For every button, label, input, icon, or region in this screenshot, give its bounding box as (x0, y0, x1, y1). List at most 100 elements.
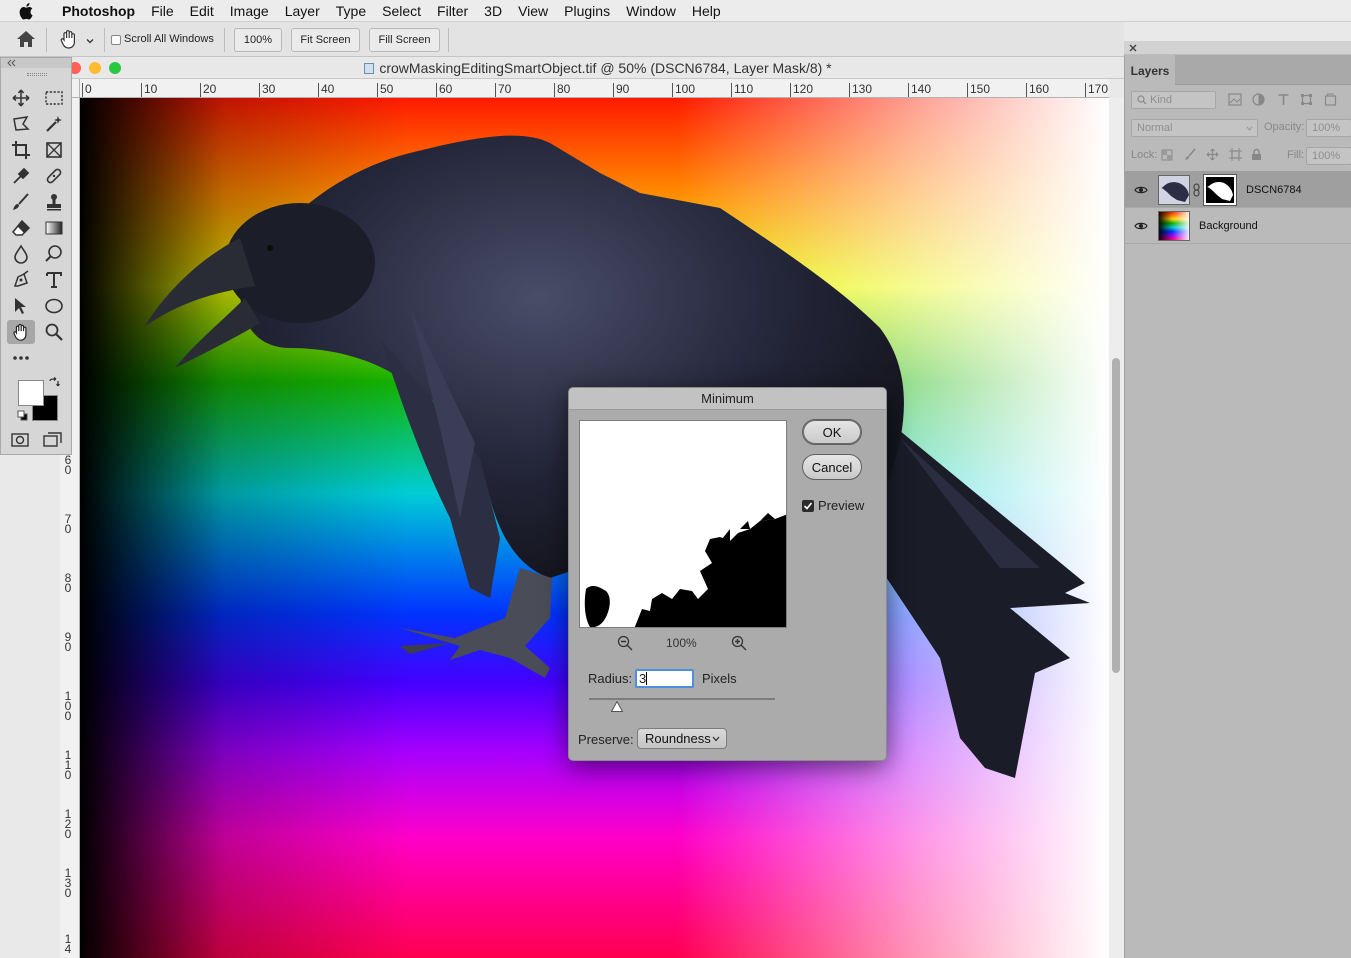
clone-stamp-tool[interactable] (40, 190, 68, 214)
layer-name[interactable]: Background (1199, 220, 1258, 232)
default-colors-icon[interactable] (17, 410, 28, 424)
visibility-eye-icon[interactable] (1134, 185, 1148, 195)
layer-name[interactable]: DSCN6784 (1246, 184, 1302, 196)
dialog-title[interactable]: Minimum (569, 388, 886, 410)
lasso-tool[interactable] (7, 112, 35, 136)
layer-row-background[interactable]: Background (1125, 208, 1351, 244)
blend-mode-dropdown[interactable]: Normal (1131, 119, 1258, 137)
shape-filter-icon[interactable] (1300, 93, 1313, 106)
blur-tool[interactable] (7, 242, 35, 266)
rectangular-marquee-tool[interactable] (40, 86, 68, 110)
document-title: crowMaskingEditingSmartObject.tif @ 50% … (72, 60, 1124, 76)
radius-slider-track[interactable] (589, 698, 775, 700)
layer-mask-thumbnail[interactable] (1203, 174, 1237, 206)
brush-tool[interactable] (7, 190, 35, 214)
pixel-filter-icon[interactable] (1228, 93, 1242, 106)
dodge-tool[interactable] (40, 242, 68, 266)
edit-toolbar-button[interactable] (7, 346, 35, 370)
screen-mode-icon[interactable] (43, 432, 63, 451)
close-icon[interactable] (1129, 44, 1137, 52)
swap-colors-icon[interactable] (48, 377, 60, 392)
move-tool[interactable] (7, 86, 35, 110)
menu-plugins[interactable]: Plugins (556, 3, 618, 19)
gradient-tool[interactable] (40, 216, 68, 240)
menu-edit[interactable]: Edit (182, 3, 222, 19)
foreground-color-swatch[interactable] (18, 380, 44, 406)
filter-preview[interactable] (579, 420, 787, 628)
path-selection-tool[interactable] (7, 294, 35, 318)
menu-help[interactable]: Help (684, 3, 729, 19)
lock-artboard-icon[interactable] (1229, 148, 1242, 161)
tools-grip[interactable] (27, 73, 47, 76)
zoom-100-button[interactable]: 100% (234, 28, 282, 52)
fill-screen-button[interactable]: Fill Screen (369, 28, 440, 52)
hand-tool-preset-icon[interactable] (58, 28, 80, 53)
opacity-input[interactable]: 100% (1306, 119, 1351, 137)
layer-thumbnail[interactable] (1158, 211, 1190, 241)
home-icon[interactable] (16, 30, 36, 51)
menu-file[interactable]: File (143, 3, 182, 19)
radius-slider-thumb[interactable] (610, 700, 624, 715)
preserve-dropdown[interactable]: Roundness (637, 728, 727, 749)
menu-photoshop[interactable]: Photoshop (54, 3, 143, 19)
frame-tool[interactable] (40, 138, 68, 162)
radius-input[interactable]: 3 (635, 669, 694, 688)
panel-dock-header (1124, 41, 1351, 55)
scrollbar-thumb[interactable] (1112, 358, 1120, 673)
healing-brush-tool[interactable] (40, 164, 68, 188)
ellipse-tool[interactable] (40, 294, 68, 318)
quick-mask-icon[interactable] (11, 432, 29, 451)
ok-button[interactable]: OK (802, 419, 862, 445)
hand-tool[interactable] (7, 320, 35, 344)
type-filter-icon[interactable] (1277, 93, 1290, 106)
layer-filter-kind-dropdown[interactable]: Kind (1131, 91, 1216, 109)
horizontal-ruler[interactable]: 0 10 20 30 40 50 60 70 80 90 100 110 120… (80, 79, 1109, 98)
eyedropper-icon (13, 167, 30, 184)
tools-panel-header[interactable] (1, 58, 71, 68)
layer-thumbnail[interactable] (1158, 175, 1190, 205)
vertical-scrollbar[interactable] (1109, 98, 1124, 958)
tab-layers[interactable]: Layers (1125, 55, 1175, 86)
adjustment-filter-icon[interactable] (1252, 93, 1265, 106)
crop-tool[interactable] (7, 138, 35, 162)
lock-transparent-pixels-icon[interactable] (1161, 149, 1173, 161)
lock-position-icon[interactable] (1206, 148, 1219, 161)
lock-all-icon[interactable] (1251, 148, 1262, 161)
type-tool[interactable] (40, 268, 68, 292)
fill-input[interactable]: 100% (1306, 147, 1351, 165)
stamp-icon (47, 194, 61, 211)
layer-row-dscn6784[interactable]: DSCN6784 (1125, 172, 1351, 208)
scroll-all-windows-checkbox[interactable] (111, 35, 121, 45)
menu-select[interactable]: Select (374, 3, 429, 19)
zoom-in-icon[interactable] (731, 635, 747, 654)
preview-checkbox[interactable] (802, 500, 814, 512)
menu-3d[interactable]: 3D (476, 3, 510, 19)
magic-wand-tool[interactable] (40, 112, 68, 136)
chevron-down-icon[interactable] (86, 34, 94, 48)
collapse-panel-icon[interactable] (6, 59, 16, 67)
vruler-tick: 120 (64, 807, 72, 841)
fit-screen-button[interactable]: Fit Screen (291, 28, 360, 52)
zoom-out-icon[interactable] (617, 635, 633, 654)
menu-type[interactable]: Type (328, 3, 374, 19)
zoom-tool[interactable] (40, 320, 68, 344)
filter-toggle[interactable] (1344, 93, 1351, 105)
checkmark-icon (803, 502, 813, 510)
pen-tool[interactable] (7, 268, 35, 292)
apple-menu-icon[interactable] (0, 2, 54, 20)
eraser-icon (11, 219, 31, 236)
eraser-tool[interactable] (7, 216, 35, 240)
menu-layer[interactable]: Layer (277, 3, 328, 19)
eyedropper-tool[interactable] (7, 164, 35, 188)
vruler-tick: 130 (64, 866, 72, 900)
link-icon[interactable] (1193, 183, 1200, 197)
visibility-eye-icon[interactable] (1134, 221, 1148, 231)
smart-object-filter-icon[interactable] (1324, 93, 1337, 106)
menu-image[interactable]: Image (222, 3, 277, 19)
lock-image-pixels-icon[interactable] (1184, 148, 1197, 161)
menu-window[interactable]: Window (618, 3, 684, 19)
menu-filter[interactable]: Filter (429, 3, 476, 19)
cancel-button[interactable]: Cancel (802, 454, 862, 480)
menu-view[interactable]: View (510, 3, 556, 19)
move-icon (12, 89, 30, 107)
